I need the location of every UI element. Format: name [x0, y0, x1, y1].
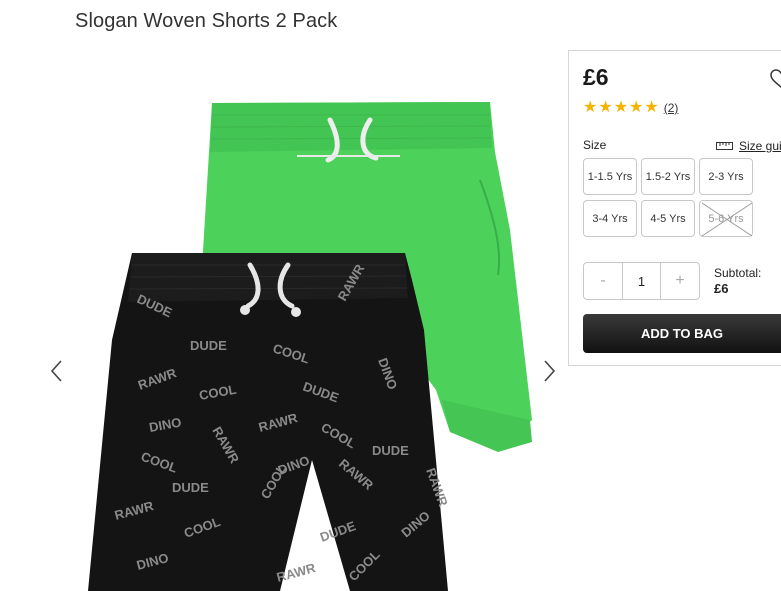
star-icon: ★ [583, 99, 598, 116]
product-image-gallery: DUDE RAWR DUDE COOL RAWR COOL DUDE DINO … [40, 60, 565, 591]
product-title: Slogan Woven Shorts 2 Pack [75, 10, 338, 32]
size-guide-link[interactable]: Size guide [716, 139, 781, 153]
purchase-panel: £6 ★ ★ ★ ★ ★ (2) Size Size guide 1-1.5 Y… [568, 50, 781, 366]
product-rating: ★ ★ ★ ★ ★ (2) [583, 100, 678, 116]
svg-text:DUDE: DUDE [172, 480, 209, 495]
size-guide-label: Size guide [739, 139, 781, 153]
size-option-1-1.5[interactable]: 1-1.5 Yrs [583, 158, 637, 195]
star-icon: ★ [598, 99, 613, 116]
quantity-input[interactable]: 1 [622, 263, 661, 299]
unavailable-cross-icon [701, 202, 753, 237]
heart-icon [770, 69, 781, 88]
quantity-stepper: - 1 + [583, 262, 700, 300]
gallery-prev-button[interactable] [44, 356, 68, 386]
review-count-link[interactable]: (2) [664, 101, 679, 115]
product-image: DUDE RAWR DUDE COOL RAWR COOL DUDE DINO … [88, 102, 532, 591]
svg-text:DUDE: DUDE [372, 443, 409, 458]
size-option-4-5[interactable]: 4-5 Yrs [641, 200, 695, 237]
size-options: 1-1.5 Yrs 1.5-2 Yrs 2-3 Yrs 3-4 Yrs 4-5 … [583, 158, 773, 237]
star-icon: ★ [613, 99, 629, 116]
wishlist-button[interactable] [769, 67, 781, 91]
size-option-3-4[interactable]: 3-4 Yrs [583, 200, 637, 237]
size-option-5-6-unavailable[interactable]: 5-6 Yrs [699, 200, 753, 237]
subtotal-label: Subtotal: [714, 266, 762, 280]
gallery-next-button[interactable] [538, 356, 562, 386]
svg-text:DUDE: DUDE [190, 338, 227, 353]
product-price: £6 [583, 64, 609, 90]
star-icon: ★ [644, 99, 659, 116]
ruler-icon [716, 142, 733, 150]
star-rating: ★ ★ ★ ★ ★ [583, 100, 659, 116]
star-icon: ★ [629, 99, 644, 116]
chevron-right-icon [544, 360, 556, 382]
size-option-1.5-2[interactable]: 1.5-2 Yrs [641, 158, 695, 195]
quantity-increase-button[interactable]: + [661, 263, 699, 299]
subtotal: Subtotal: £6 [714, 265, 761, 297]
add-to-bag-button[interactable]: ADD TO BAG [583, 314, 781, 353]
quantity-decrease-button[interactable]: - [584, 263, 622, 299]
chevron-left-icon [50, 360, 62, 382]
black-shorts: DUDE RAWR DUDE COOL RAWR COOL DUDE DINO … [88, 253, 451, 591]
size-option-2-3[interactable]: 2-3 Yrs [699, 158, 753, 195]
subtotal-value: £6 [714, 281, 729, 296]
size-label: Size [583, 138, 607, 152]
